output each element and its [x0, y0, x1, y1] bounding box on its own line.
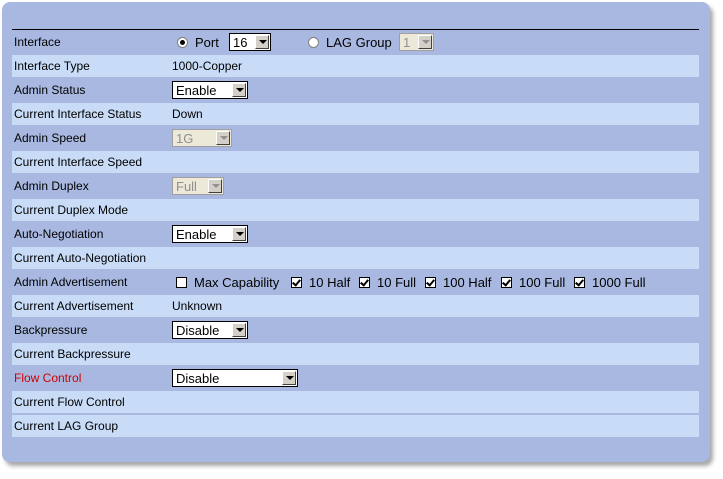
admin-status-select[interactable]: Enable	[172, 81, 248, 99]
row-current-interface-status: Current Interface Status Down	[12, 103, 699, 125]
lag-radio[interactable]	[308, 36, 319, 48]
settings-panel: Interface Port 16 LAG Group 1 Interface …	[2, 2, 710, 462]
10-half-checkbox[interactable]	[291, 276, 302, 288]
adv-max-capability[interactable]: Max Capability	[176, 271, 279, 293]
lag-select[interactable]: 1	[399, 33, 434, 51]
chevron-down-icon[interactable]	[418, 35, 432, 49]
lag-select-value: 1	[403, 35, 411, 50]
admin-advertisement-label: Admin Advertisement	[14, 275, 128, 289]
admin-status-label: Admin Status	[14, 83, 86, 97]
current-interface-status-label: Current Interface Status	[14, 107, 142, 121]
adv-100-half[interactable]: 100 Half	[425, 271, 491, 293]
admin-speed-label: Admin Speed	[14, 131, 87, 145]
admin-duplex-select[interactable]: Full	[172, 177, 224, 195]
row-interface: Interface Port 16 LAG Group 1	[12, 31, 699, 53]
row-current-interface-speed: Current Interface Speed	[12, 151, 699, 173]
chevron-down-icon[interactable]	[232, 83, 246, 97]
lag-select-wrap: 1	[399, 31, 434, 53]
row-admin-duplex: Admin Duplex Full	[12, 175, 699, 197]
admin-duplex-value: Full	[176, 179, 197, 194]
header-divider	[12, 29, 699, 30]
lag-radio-group[interactable]: LAG Group	[308, 31, 392, 53]
auto-negotiation-label: Auto-Negotiation	[14, 227, 104, 241]
backpressure-value: Disable	[176, 323, 220, 338]
row-current-flow-control: Current Flow Control	[12, 391, 699, 413]
row-current-lag-group: Current LAG Group	[12, 415, 699, 437]
row-auto-negotiation: Auto-Negotiation Enable	[12, 223, 699, 245]
chevron-down-icon[interactable]	[216, 131, 230, 145]
admin-speed-select[interactable]: 1G	[172, 129, 232, 147]
port-select-wrap: 16	[229, 31, 271, 53]
chevron-down-icon[interactable]	[232, 227, 246, 241]
row-current-auto-negotiation: Current Auto-Negotiation	[12, 247, 699, 269]
row-backpressure: Backpressure Disable	[12, 319, 699, 341]
current-flow-control-label: Current Flow Control	[14, 395, 125, 409]
100-half-checkbox[interactable]	[425, 276, 436, 288]
100-full-checkbox[interactable]	[501, 276, 512, 288]
current-lag-group-label: Current LAG Group	[14, 419, 119, 433]
auto-negotiation-wrap: Enable	[172, 223, 248, 245]
backpressure-label: Backpressure	[14, 323, 88, 337]
current-interface-speed-label: Current Interface Speed	[14, 155, 143, 169]
row-admin-advertisement: Admin Advertisement Max Capability 10 Ha…	[12, 271, 699, 293]
current-advertisement-label: Current Advertisement	[14, 299, 134, 313]
adv-10-full[interactable]: 10 Full	[359, 271, 416, 293]
flow-control-value: Disable	[176, 371, 220, 386]
row-interface-type: Interface Type 1000-Copper	[12, 55, 699, 77]
admin-duplex-label: Admin Duplex	[14, 179, 89, 193]
current-auto-negotiation-label: Current Auto-Negotiation	[14, 251, 147, 265]
chevron-down-icon[interactable]	[255, 35, 269, 49]
row-current-duplex-mode: Current Duplex Mode	[12, 199, 699, 221]
port-radio-label: Port	[195, 34, 219, 50]
auto-negotiation-select[interactable]: Enable	[172, 225, 248, 243]
admin-speed-value: 1G	[176, 131, 194, 146]
flow-control-label: Flow Control	[14, 371, 82, 385]
10-half-label: 10 Half	[309, 274, 351, 290]
admin-status-value: Enable	[176, 83, 217, 98]
flow-control-wrap: Disable	[172, 367, 298, 389]
chevron-down-icon[interactable]	[208, 179, 222, 193]
current-duplex-mode-label: Current Duplex Mode	[14, 203, 129, 217]
max-capability-label: Max Capability	[194, 274, 280, 290]
interface-type-value: 1000-Copper	[172, 59, 243, 73]
1000-full-label: 1000 Full	[592, 274, 646, 290]
current-interface-status-value: Down	[172, 107, 203, 121]
row-current-backpressure: Current Backpressure	[12, 343, 699, 365]
max-capability-checkbox[interactable]	[176, 276, 187, 288]
row-current-advertisement: Current Advertisement Unknown	[12, 295, 699, 317]
100-half-label: 100 Half	[443, 274, 492, 290]
admin-duplex-wrap: Full	[172, 175, 224, 197]
interface-label: Interface	[14, 35, 61, 49]
chevron-down-icon[interactable]	[282, 371, 296, 385]
port-select-value: 16	[233, 35, 248, 50]
admin-speed-wrap: 1G	[172, 127, 232, 149]
10-full-checkbox[interactable]	[359, 276, 370, 288]
chevron-down-icon[interactable]	[232, 323, 246, 337]
port-radio[interactable]	[177, 36, 188, 48]
port-select[interactable]: 16	[229, 33, 271, 51]
flow-control-select[interactable]: Disable	[172, 369, 298, 387]
row-admin-speed: Admin Speed 1G	[12, 127, 699, 149]
backpressure-select[interactable]: Disable	[172, 321, 248, 339]
lag-radio-label: LAG Group	[326, 34, 392, 50]
adv-10-half[interactable]: 10 Half	[291, 271, 350, 293]
current-advertisement-value: Unknown	[172, 299, 223, 313]
adv-100-full[interactable]: 100 Full	[501, 271, 565, 293]
auto-negotiation-value: Enable	[176, 227, 217, 242]
admin-status-wrap: Enable	[172, 79, 248, 101]
row-flow-control: Flow Control Disable	[12, 367, 699, 389]
10-full-label: 10 Full	[377, 274, 417, 290]
interface-type-label: Interface Type	[14, 59, 90, 73]
100-full-label: 100 Full	[519, 274, 566, 290]
current-backpressure-label: Current Backpressure	[14, 347, 131, 361]
backpressure-wrap: Disable	[172, 319, 248, 341]
adv-1000-full[interactable]: 1000 Full	[574, 271, 645, 293]
row-admin-status: Admin Status Enable	[12, 79, 699, 101]
1000-full-checkbox[interactable]	[574, 276, 585, 288]
port-radio-group[interactable]: Port	[177, 31, 219, 53]
